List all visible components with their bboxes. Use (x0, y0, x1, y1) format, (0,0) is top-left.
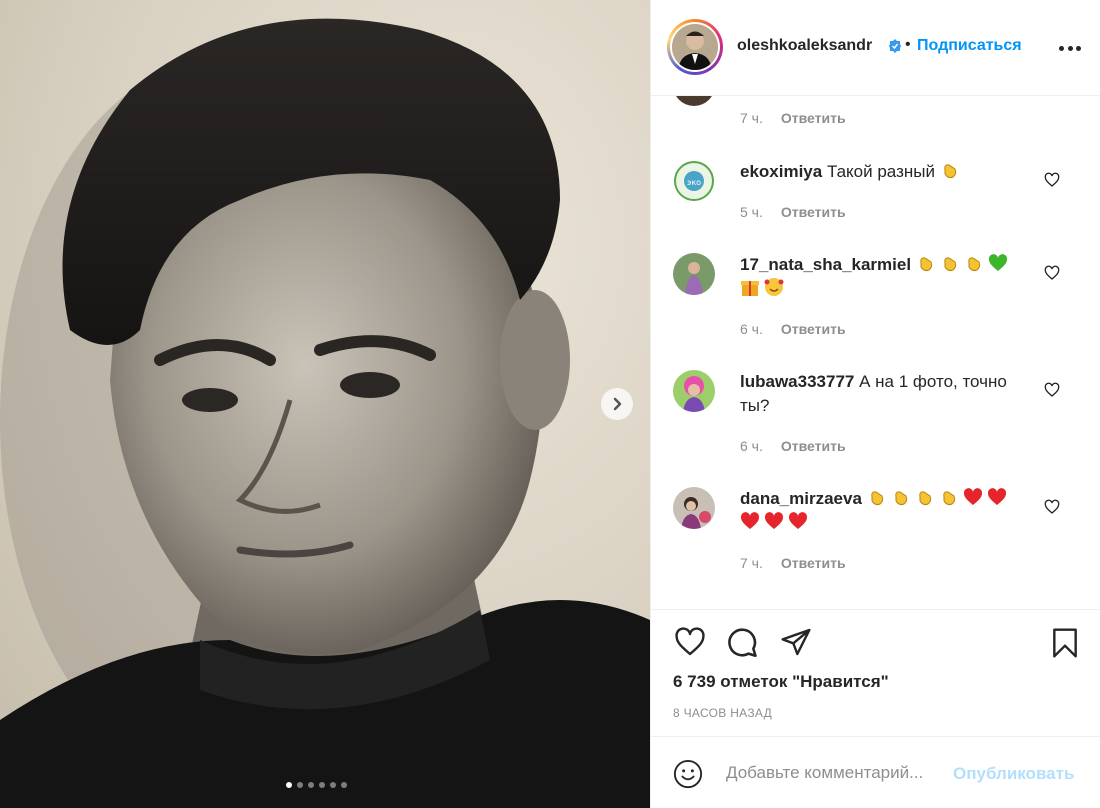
clapping-hands-icon (870, 491, 883, 506)
post-photo[interactable] (0, 0, 650, 808)
add-comment-bar: Опубликовать (651, 736, 1100, 808)
comments-list[interactable]: 7 ч. Ответить эко ekoximiya Такой разный (651, 96, 1100, 610)
comment-meta: 7 ч. Ответить (740, 110, 846, 126)
comment-time: 7 ч. (740, 555, 763, 571)
reply-button[interactable]: Ответить (781, 321, 846, 337)
clapping-hands-icon (944, 257, 956, 272)
verified-badge-icon (889, 39, 901, 53)
green-heart-icon (988, 254, 1007, 271)
clapping-hands-icon (920, 257, 932, 272)
share-direct-icon[interactable] (779, 626, 813, 658)
header-separator: • (905, 36, 911, 53)
author-username[interactable]: oleshkoaleksandr (737, 37, 872, 55)
commenter-avatar[interactable] (673, 370, 715, 412)
red-heart-icon (987, 488, 1006, 505)
comment-time: 7 ч. (740, 110, 763, 126)
avatar-image (673, 96, 715, 106)
comment-meta: 5 ч. Ответить (740, 204, 846, 220)
publish-button[interactable]: Опубликовать (953, 764, 1074, 784)
like-comment-heart-icon[interactable] (1044, 172, 1060, 188)
chevron-right-icon (613, 397, 622, 411)
like-comment-heart-icon[interactable] (1044, 382, 1060, 398)
post-side-panel: oleshkoaleksandr • Подписаться 7 ч. Ответ… (650, 0, 1100, 808)
post-time: 8 ЧАСОВ НАЗАД (673, 706, 773, 720)
carousel-dot (308, 782, 314, 788)
comment-time: 6 ч. (740, 321, 763, 337)
avatar-image (673, 487, 715, 529)
post-header: oleshkoaleksandr • Подписаться (651, 0, 1100, 96)
reply-button[interactable]: Ответить (781, 204, 846, 220)
clapping-hands-icon (918, 491, 931, 506)
avatar-image (673, 253, 715, 295)
reply-button[interactable]: Ответить (781, 110, 846, 126)
clapping-hands-icon (944, 164, 956, 179)
like-heart-icon[interactable] (673, 626, 707, 658)
next-photo-button[interactable] (601, 388, 633, 420)
avatar-image (672, 24, 718, 70)
carousel-dot (330, 782, 336, 788)
like-comment-heart-icon[interactable] (1044, 265, 1060, 281)
commenter-avatar[interactable]: эко (673, 160, 715, 202)
commenter-avatar[interactable] (673, 253, 715, 295)
comment-time: 5 ч. (740, 204, 763, 220)
emoji-smile-icon[interactable] (673, 759, 703, 789)
carousel-dot (341, 782, 347, 788)
avatar-image (673, 370, 715, 412)
comment-body: lubawa333777 А на 1 фото, точно ты? (740, 370, 1030, 418)
more-options-button[interactable] (1059, 38, 1081, 58)
comment-meta: 6 ч. Ответить (740, 321, 846, 337)
comment-body: dana_mirzaeva (740, 487, 1030, 535)
svg-text:эко: эко (687, 178, 701, 187)
comment-username[interactable]: ekoximiya (740, 162, 822, 181)
save-bookmark-icon[interactable] (1049, 626, 1081, 660)
comment-meta: 7 ч. Ответить (740, 555, 846, 571)
author-avatar[interactable] (667, 19, 723, 75)
smiling-face-hearts-icon (764, 278, 784, 296)
comment-body: ekoximiya Такой разный (740, 160, 1030, 184)
comment-username[interactable]: dana_mirzaeva (740, 489, 862, 508)
comment-input[interactable] (726, 763, 946, 783)
gift-icon (741, 281, 759, 296)
comment-bubble-icon[interactable] (725, 626, 759, 660)
red-heart-icon (764, 512, 784, 529)
portrait-image (0, 18, 650, 808)
comment-body: 17_nata_sha_karmiel (740, 253, 1030, 301)
like-comment-heart-icon[interactable] (1044, 499, 1060, 515)
more-horizontal-icon (1059, 45, 1064, 51)
reply-button[interactable]: Ответить (781, 438, 846, 454)
carousel-dot (319, 782, 325, 788)
likes-count[interactable]: 6 739 отметок "Нравится" (673, 672, 889, 692)
carousel-dot (297, 782, 303, 788)
commenter-avatar[interactable] (673, 487, 715, 529)
follow-button[interactable]: Подписаться (917, 37, 1022, 55)
comment-text: Такой разный (826, 162, 935, 181)
comment-meta: 6 ч. Ответить (740, 438, 846, 454)
clapping-hands-icon (968, 257, 980, 272)
reply-button[interactable]: Ответить (781, 555, 846, 571)
clapping-hands-icon (942, 491, 955, 506)
carousel-dot (286, 782, 292, 788)
avatar-image: эко (673, 160, 715, 202)
comment-time: 6 ч. (740, 438, 763, 454)
comment-username[interactable]: 17_nata_sha_karmiel (740, 255, 911, 274)
carousel-indicator (286, 782, 347, 788)
red-heart-icon (740, 512, 760, 529)
comment-username[interactable]: lubawa333777 (740, 372, 854, 391)
red-heart-icon (788, 512, 808, 529)
commenter-avatar[interactable] (673, 96, 715, 106)
clapping-hands-icon (894, 491, 907, 506)
red-heart-icon (963, 488, 982, 505)
